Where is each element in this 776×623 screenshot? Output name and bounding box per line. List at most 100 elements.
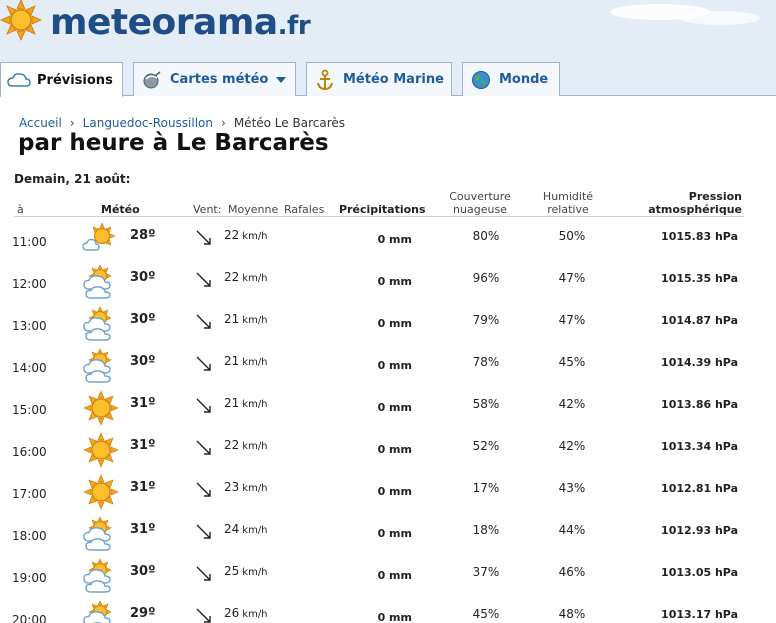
wind-direction-arrow-icon <box>194 522 214 542</box>
tab-label: Monde <box>499 72 549 87</box>
breadcrumb-region-link[interactable]: Languedoc-Roussillon <box>83 116 213 130</box>
row-pressure: 1014.39 hPa <box>661 356 738 369</box>
tab-meteo-marine[interactable]: Météo Marine <box>306 62 452 96</box>
wind-value: 21 <box>224 354 240 368</box>
wind-value: 22 <box>224 270 240 284</box>
row-pressure: 1015.83 hPa <box>661 230 738 243</box>
row-precipitation: 0 mm <box>377 401 412 414</box>
col-pressure-header-2: atmosphérique <box>648 203 742 216</box>
sun-icon <box>82 432 120 468</box>
breadcrumb-current: Météo Le Barcarès <box>233 116 345 130</box>
header-divider <box>14 216 744 217</box>
col-cloud-header-2: nuageuse <box>453 203 507 216</box>
row-precipitation: 0 mm <box>377 485 412 498</box>
row-humidity: 47% <box>558 313 586 327</box>
wind-unit: km/h <box>242 567 268 578</box>
sun-behind-cloud-icon <box>82 600 120 623</box>
wind-unit: km/h <box>242 357 268 368</box>
row-humidity: 44% <box>558 523 586 537</box>
site-header: meteorama.fr Prévisions Cartes météo Mét… <box>0 0 776 97</box>
col-humidity-header-1: Humidité <box>542 190 594 203</box>
col-pressure-header-1: Pression <box>688 190 742 203</box>
table-row: 14:00 30º 21 km/h 0 mm 78% 45% 1014.39 hPa <box>0 346 776 388</box>
logo-wordmark: meteorama.fr <box>50 2 311 43</box>
breadcrumb-separator: › <box>221 116 226 130</box>
wind-unit: km/h <box>242 315 268 326</box>
row-cloud-cover: 45% <box>472 607 500 621</box>
row-temperature: 28º <box>130 228 156 243</box>
row-cloud-cover: 18% <box>472 523 500 537</box>
cloud-icon <box>7 69 31 91</box>
row-temperature: 31º <box>130 522 156 537</box>
sun-behind-cloud-icon <box>82 516 120 552</box>
row-cloud-cover: 17% <box>472 481 500 495</box>
wind-value: 22 <box>224 438 240 452</box>
chevron-down-icon[interactable] <box>276 76 287 83</box>
tab-label: Cartes météo <box>170 72 269 87</box>
wind-direction-arrow-icon <box>194 606 214 623</box>
sun-behind-cloud-icon <box>82 348 120 384</box>
row-humidity: 42% <box>558 439 586 453</box>
row-wind-speed: 23 km/h <box>224 480 268 494</box>
tab-previsions[interactable]: Prévisions <box>0 62 123 97</box>
wind-direction-arrow-icon <box>194 396 214 416</box>
row-temperature: 29º <box>130 606 156 621</box>
row-wind-speed: 22 km/h <box>224 228 268 242</box>
col-wind-gusts-header: Rafales <box>284 203 325 216</box>
wind-direction-arrow-icon <box>194 312 214 332</box>
col-humidity-header-2: relative <box>547 203 589 216</box>
row-temperature: 31º <box>130 396 156 411</box>
wind-direction-arrow-icon <box>194 354 214 374</box>
page-title: par heure à Le Barcarès <box>18 130 329 156</box>
row-cloud-cover: 58% <box>472 397 500 411</box>
col-weather-header: Météo <box>101 203 140 216</box>
partly-sunny-icon <box>82 222 120 258</box>
wind-direction-arrow-icon <box>194 564 214 584</box>
col-time-header: à <box>17 203 24 216</box>
row-cloud-cover: 96% <box>472 271 500 285</box>
table-row: 20:00 29º 26 km/h 0 mm 45% 48% 1013.17 hPa <box>0 598 776 623</box>
row-temperature: 31º <box>130 438 156 453</box>
row-precipitation: 0 mm <box>377 317 412 330</box>
row-time: 13:00 <box>12 319 47 333</box>
sun-behind-cloud-icon <box>82 264 120 300</box>
tab-label: Météo Marine <box>343 72 444 87</box>
row-pressure: 1012.93 hPa <box>661 524 738 537</box>
row-cloud-cover: 52% <box>472 439 500 453</box>
wind-value: 26 <box>224 606 240 620</box>
row-time: 18:00 <box>12 529 47 543</box>
row-precipitation: 0 mm <box>377 611 412 623</box>
row-humidity: 50% <box>558 229 586 243</box>
col-precip-header: Précipitations <box>339 203 426 216</box>
row-precipitation: 0 mm <box>377 359 412 372</box>
row-cloud-cover: 80% <box>472 229 500 243</box>
row-time: 11:00 <box>12 235 47 249</box>
row-wind-speed: 21 km/h <box>224 354 268 368</box>
row-pressure: 1013.34 hPa <box>661 440 738 453</box>
row-temperature: 30º <box>130 312 156 327</box>
row-temperature: 31º <box>130 480 156 495</box>
row-humidity: 45% <box>558 355 586 369</box>
sun-icon <box>82 390 120 426</box>
row-time: 19:00 <box>12 571 47 585</box>
row-precipitation: 0 mm <box>377 443 412 456</box>
wind-unit: km/h <box>242 441 268 452</box>
tab-monde[interactable]: Monde <box>462 62 560 96</box>
row-cloud-cover: 37% <box>472 565 500 579</box>
row-precipitation: 0 mm <box>377 233 412 246</box>
wind-direction-arrow-icon <box>194 480 214 500</box>
col-cloud-header-1: Couverture <box>449 190 511 203</box>
wind-unit: km/h <box>242 483 268 494</box>
row-wind-speed: 25 km/h <box>224 564 268 578</box>
row-pressure: 1013.86 hPa <box>661 398 738 411</box>
breadcrumb-home-link[interactable]: Accueil <box>19 116 62 130</box>
row-pressure: 1012.81 hPa <box>661 482 738 495</box>
row-pressure: 1013.17 hPa <box>661 608 738 621</box>
row-humidity: 47% <box>558 271 586 285</box>
row-wind-speed: 21 km/h <box>224 312 268 326</box>
row-precipitation: 0 mm <box>377 527 412 540</box>
row-time: 14:00 <box>12 361 47 375</box>
tab-cartes-meteo[interactable]: Cartes météo <box>133 62 296 96</box>
table-row: 19:00 30º 25 km/h 0 mm 37% 46% 1013.05 hPa <box>0 556 776 598</box>
anchor-icon <box>313 69 337 91</box>
